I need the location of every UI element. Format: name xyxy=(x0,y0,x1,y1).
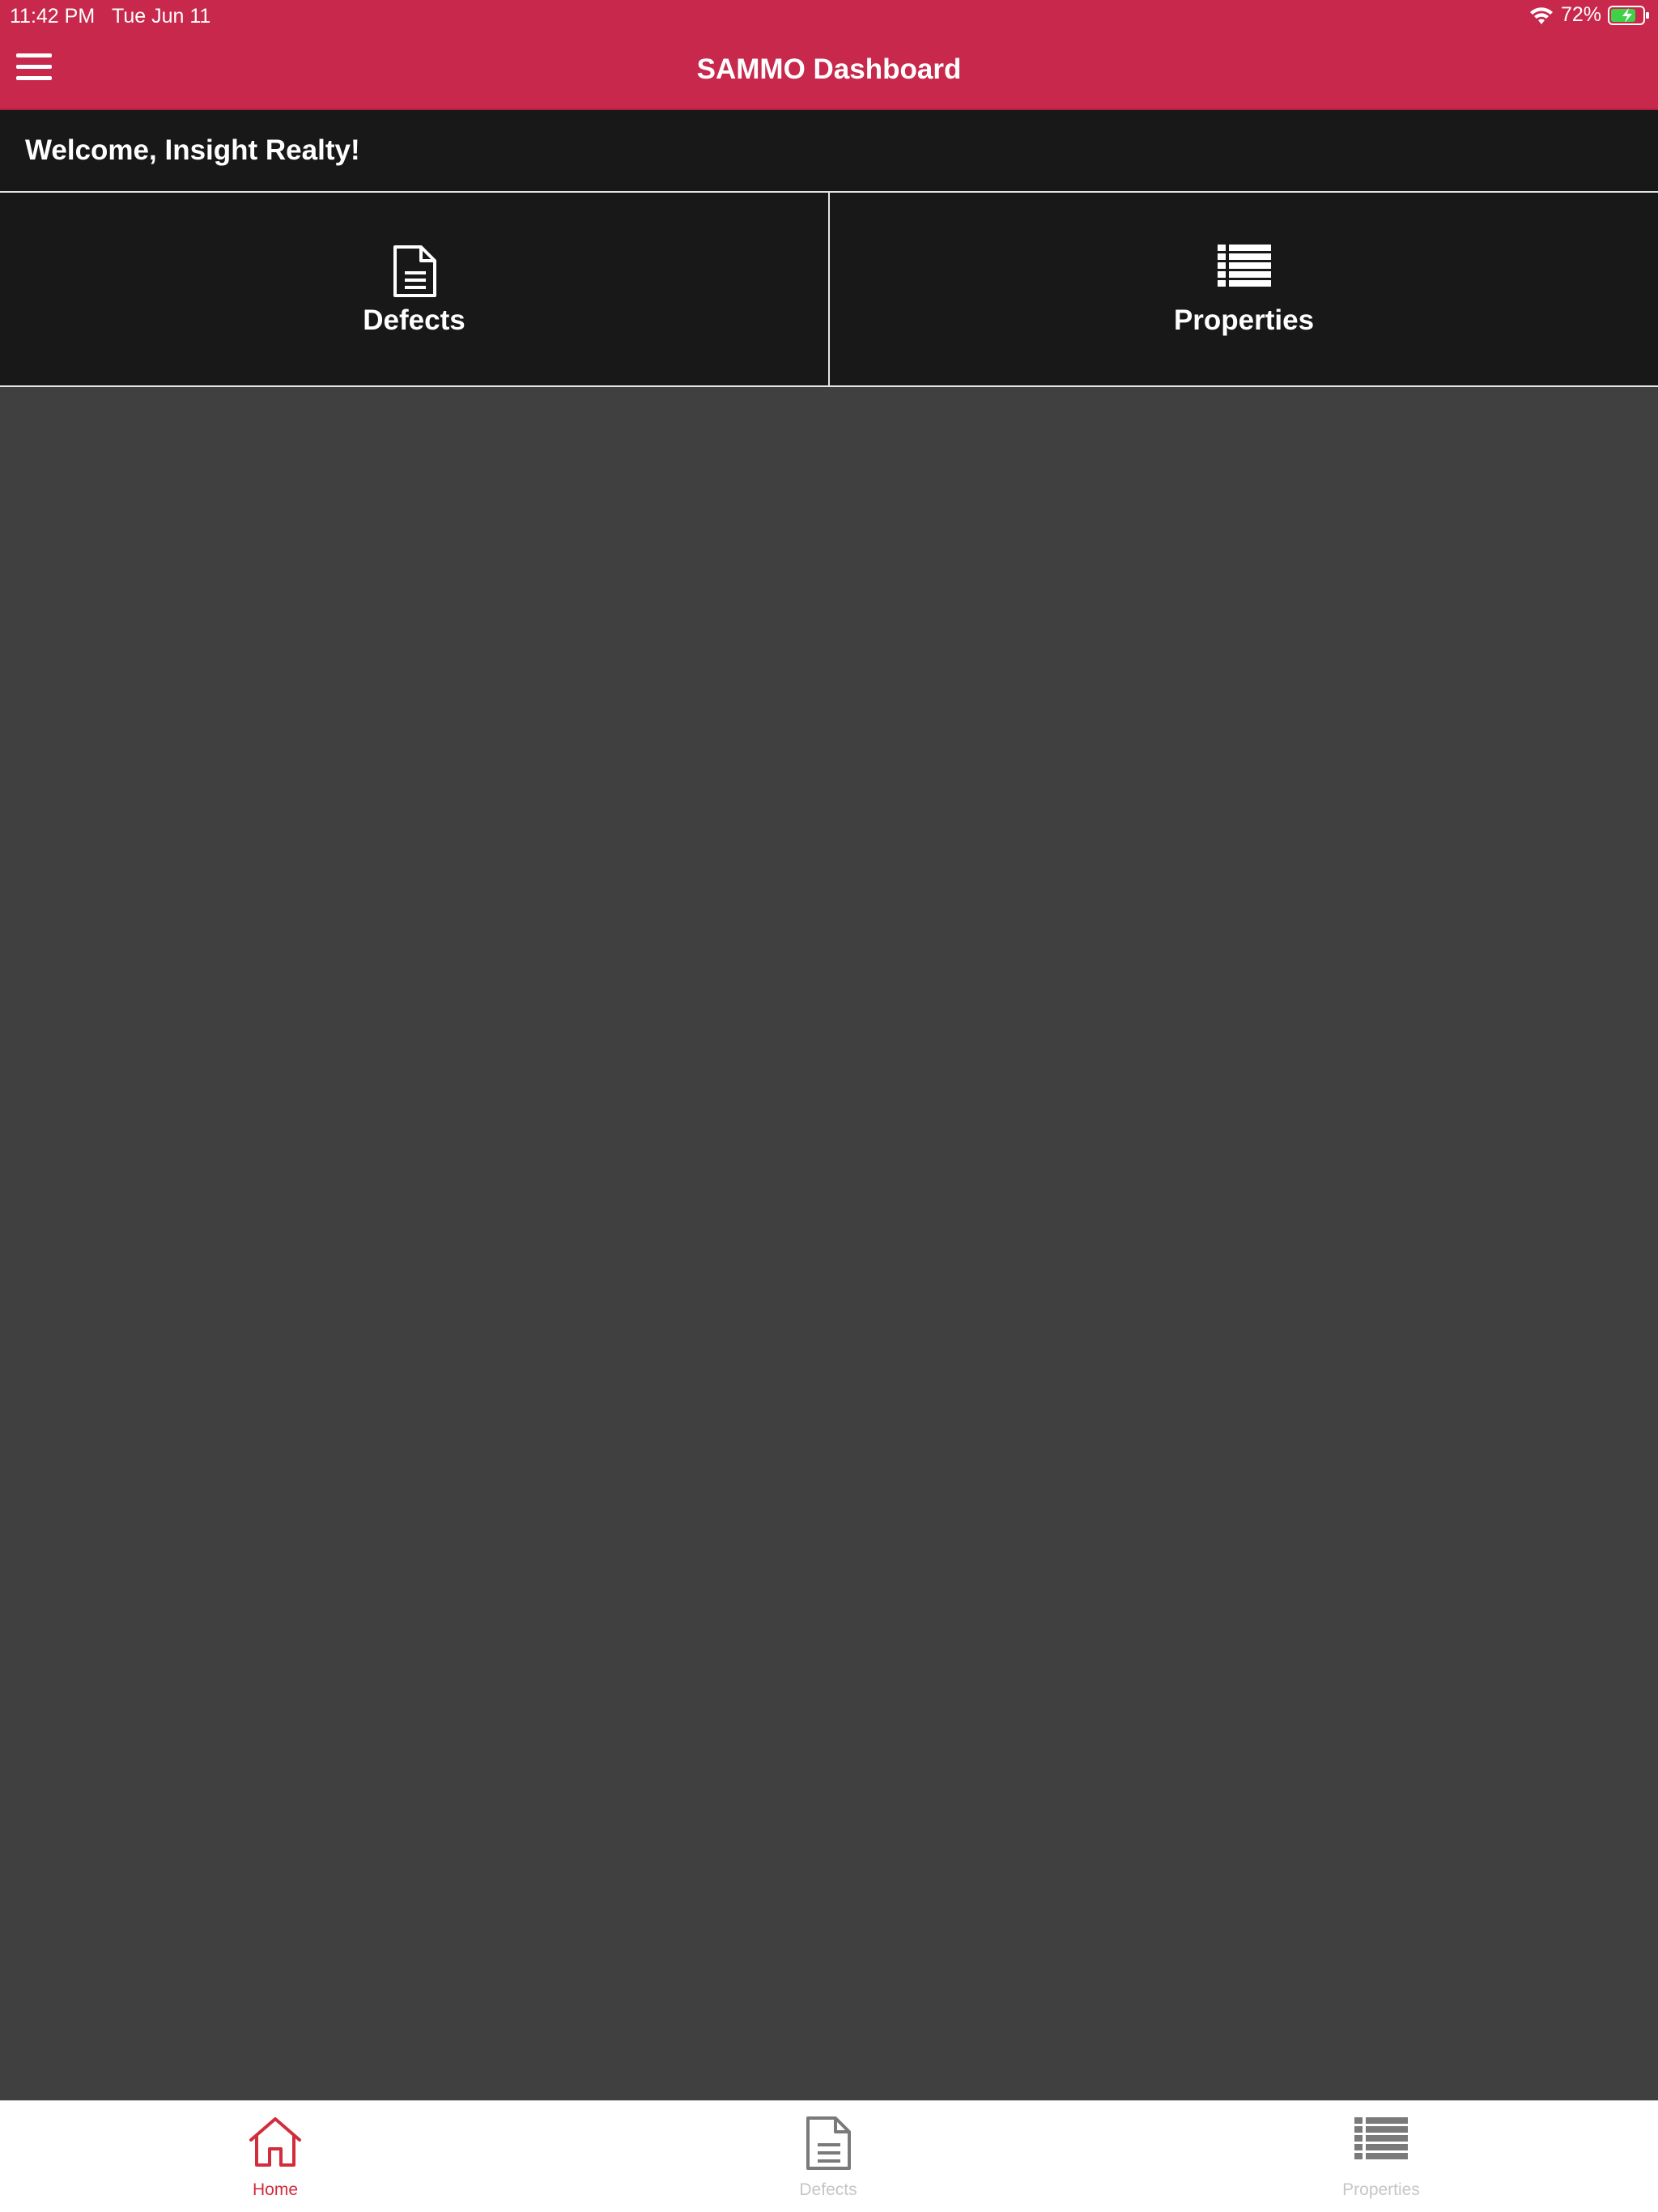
tab-home[interactable]: Home xyxy=(154,2101,397,2212)
dashboard-tiles: Defects Properties xyxy=(0,193,1658,387)
properties-tile[interactable]: Properties xyxy=(828,193,1658,385)
document-icon xyxy=(392,245,437,302)
welcome-banner: Welcome, Insight Realty! xyxy=(0,110,1658,193)
list-icon xyxy=(1354,2116,1408,2165)
status-date: Tue Jun 11 xyxy=(112,5,211,28)
wifi-icon xyxy=(1528,5,1554,26)
defects-tile[interactable]: Defects xyxy=(0,193,828,385)
tab-properties-label: Properties xyxy=(1342,2180,1420,2199)
battery-percent: 72% xyxy=(1560,3,1601,26)
tab-properties[interactable]: Properties xyxy=(1260,2101,1503,2212)
battery-charging-icon xyxy=(1608,5,1650,26)
properties-tile-label: Properties xyxy=(1173,304,1315,336)
navigation-bar: SAMMO Dashboard xyxy=(0,32,1658,110)
status-time: 11:42 PM xyxy=(10,5,96,28)
app-root: 11:42 PM Tue Jun 11 72% SAMMO Dashboard … xyxy=(0,0,1658,2212)
content-area xyxy=(0,387,1658,2100)
document-icon xyxy=(805,2116,852,2175)
tab-defects-label: Defects xyxy=(799,2180,857,2199)
list-icon xyxy=(1217,245,1271,291)
tab-bar: Home Defects Properties xyxy=(0,2100,1658,2212)
welcome-text: Welcome, Insight Realty! xyxy=(25,134,360,166)
status-bar: 11:42 PM Tue Jun 11 72% xyxy=(0,0,1658,32)
status-right: 72% xyxy=(1528,3,1650,27)
defects-tile-label: Defects xyxy=(363,304,466,336)
home-icon xyxy=(248,2116,303,2172)
tab-home-label: Home xyxy=(252,2180,299,2199)
page-title: SAMMO Dashboard xyxy=(696,53,962,85)
tab-defects[interactable]: Defects xyxy=(707,2101,950,2212)
